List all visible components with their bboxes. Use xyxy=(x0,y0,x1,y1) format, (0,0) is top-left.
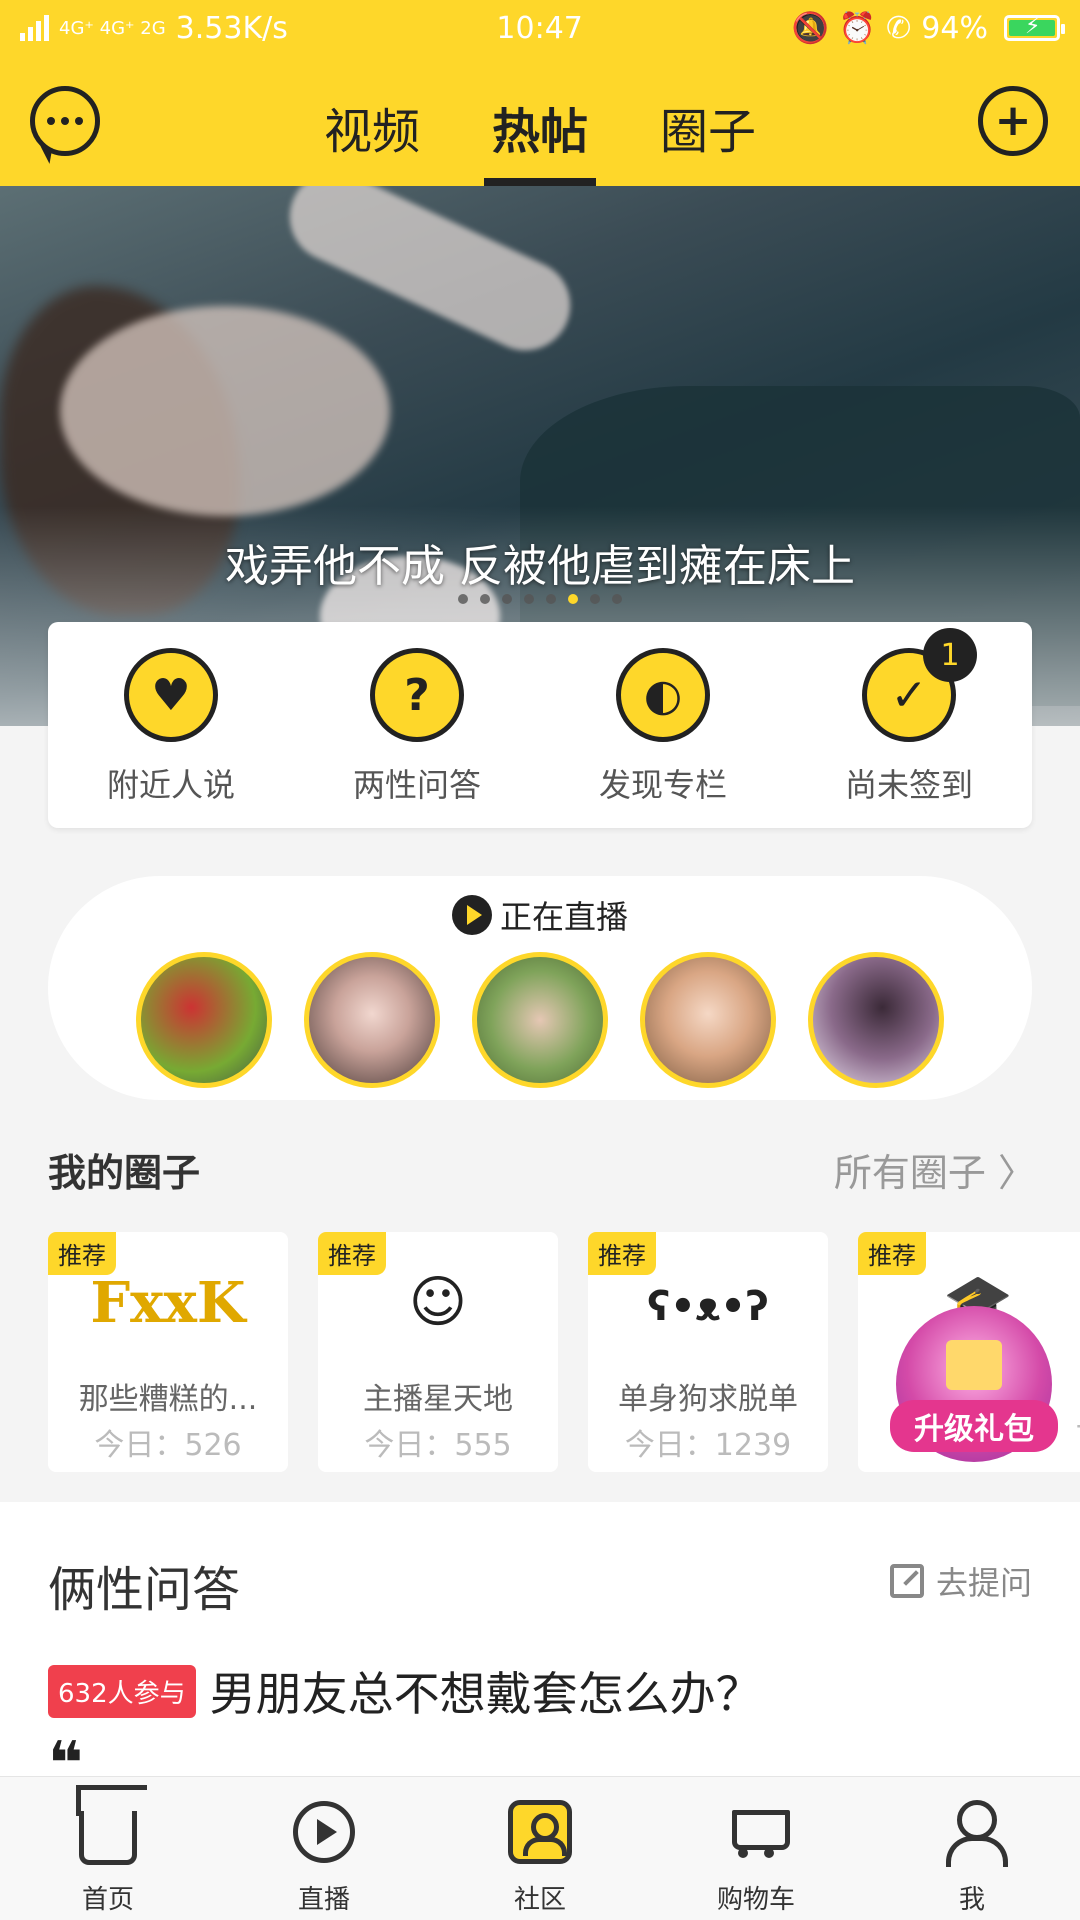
tab-circles[interactable]: 圈子 xyxy=(660,56,756,186)
circle-card[interactable]: 推荐 ☺ 主播星天地 今日：555 xyxy=(318,1232,558,1472)
notification-badge: 1 xyxy=(923,628,977,682)
circle-name: 单身狗求脱单 xyxy=(618,1382,798,1417)
home-icon xyxy=(79,1811,137,1865)
ask-label: 去提问 xyxy=(935,1564,1032,1602)
status-bar: 4G⁺ 4G⁺ 2G 3.53K/s 10:47 🔕 ⏰ ✆ 94% ⚡ xyxy=(0,0,1080,56)
nav-cart[interactable]: 购物车 xyxy=(648,1777,864,1920)
status-time: 10:47 xyxy=(496,10,583,46)
entry-nearby[interactable]: ♥ 附近人说 xyxy=(48,622,294,828)
qa-title: 俩性问答 xyxy=(48,1562,241,1618)
carousel-dot[interactable] xyxy=(590,594,600,604)
live-title[interactable]: 正在直播 xyxy=(48,892,1032,938)
live-avatar[interactable] xyxy=(136,952,272,1088)
nav-label: 购物车 xyxy=(716,1885,795,1915)
entry-discover[interactable]: ◐ 发现专栏 xyxy=(540,622,786,828)
nav-label: 社区 xyxy=(513,1885,566,1915)
header-tabs: 视频 热帖 圈子 xyxy=(0,56,1080,186)
ask-question-button[interactable]: 去提问 xyxy=(889,1558,1032,1604)
live-section: 正在直播 xyxy=(48,876,1032,1100)
tab-hot-posts[interactable]: 热帖 xyxy=(483,56,597,186)
bottom-nav: 首页 直播 社区 购物车 我 xyxy=(0,1776,1080,1920)
live-avatar[interactable] xyxy=(640,952,776,1088)
question-icon: ? xyxy=(370,648,464,742)
battery-percent: 94% xyxy=(921,10,988,46)
live-avatar[interactable] xyxy=(472,952,608,1088)
quick-entries: ♥ 附近人说 ? 两性问答 ◐ 发现专栏 ✓ 1 尚未签到 xyxy=(48,622,1032,828)
call-icon: ✆ xyxy=(886,10,912,46)
entry-label: 尚未签到 xyxy=(844,766,973,804)
circle-name: 主播星天地 xyxy=(363,1382,513,1417)
entry-label: 附近人说 xyxy=(106,766,235,804)
circle-count: 今日：1239 xyxy=(624,1428,792,1463)
live-title-text: 正在直播 xyxy=(499,898,628,936)
play-icon xyxy=(451,895,492,935)
network-speed: 3.53K/s xyxy=(175,10,288,46)
girl-avatar-icon: ☺ xyxy=(408,1270,468,1335)
community-icon xyxy=(508,1800,572,1864)
participants-badge: 632人参与 xyxy=(48,1664,196,1718)
carousel-dot[interactable] xyxy=(480,594,490,604)
fxxk-logo-icon: FxxK xyxy=(90,1270,246,1336)
upgrade-gift-button[interactable]: 升级礼包 xyxy=(890,1306,1058,1462)
carousel-dot[interactable] xyxy=(524,594,534,604)
live-avatar[interactable] xyxy=(304,952,440,1088)
carousel-dot[interactable] xyxy=(612,594,622,604)
signal-icon xyxy=(20,15,49,41)
add-button[interactable]: + xyxy=(978,86,1048,156)
nav-me[interactable]: 我 xyxy=(864,1777,1080,1920)
nav-home[interactable]: 首页 xyxy=(0,1777,216,1920)
bell-icon: 🔕 xyxy=(791,10,829,46)
entry-label: 两性问答 xyxy=(352,766,481,804)
my-circles-title: 我的圈子 xyxy=(48,1151,201,1195)
circle-card[interactable]: 推荐 ʕ•ᴥ•ʔ 单身狗求脱单 今日：1239 xyxy=(588,1232,828,1472)
circle-count: 今日：526 xyxy=(94,1428,242,1463)
carousel-dot[interactable] xyxy=(546,594,556,604)
carousel-dot[interactable] xyxy=(458,594,468,604)
network-type: 4G⁺ 4G⁺ 2G xyxy=(59,17,166,39)
tab-video[interactable]: 视频 xyxy=(324,56,420,186)
top-bar: 4G⁺ 4G⁺ 2G 3.53K/s 10:47 🔕 ⏰ ✆ 94% ⚡ 视频 … xyxy=(0,0,1080,186)
dog-icon: ʕ•ᴥ•ʔ xyxy=(647,1284,769,1330)
play-icon xyxy=(293,1801,355,1863)
battery-icon: ⚡ xyxy=(1003,14,1065,41)
recommend-tag: 推荐 xyxy=(318,1232,386,1275)
gift-box-icon xyxy=(946,1340,1002,1390)
circle-card[interactable]: 推荐 FxxK 那些糟糕的... 今日：526 xyxy=(48,1232,288,1472)
nav-community[interactable]: 社区 xyxy=(432,1777,648,1920)
entry-checkin[interactable]: ✓ 1 尚未签到 xyxy=(786,622,1032,828)
circle-count: 今日：555 xyxy=(364,1428,512,1463)
circle-name: 那些糟糕的... xyxy=(78,1382,258,1417)
gift-label: 升级礼包 xyxy=(890,1400,1058,1452)
all-circles-link[interactable]: 所有圈子 〉 xyxy=(834,1142,1036,1197)
alarm-icon: ⏰ xyxy=(838,10,877,46)
person-icon xyxy=(942,1800,1008,1867)
header: 视频 热帖 圈子 + xyxy=(0,56,1080,186)
qa-question-row[interactable]: 632人参与 男朋友总不想戴套怎么办？ xyxy=(48,1658,762,1724)
qa-section: 俩性问答 去提问 632人参与 男朋友总不想戴套怎么办？ ❝ xyxy=(0,1502,1080,1794)
plus-icon: + xyxy=(994,95,1032,146)
carousel-indicator xyxy=(0,594,1080,604)
heart-icon: ♥ xyxy=(124,648,218,742)
nav-label: 我 xyxy=(958,1885,985,1915)
nav-live[interactable]: 直播 xyxy=(216,1777,432,1920)
nav-label: 首页 xyxy=(81,1885,134,1915)
nav-label: 直播 xyxy=(297,1885,350,1915)
entry-label: 发现专栏 xyxy=(598,766,727,804)
edit-icon xyxy=(889,1564,924,1598)
recommend-tag: 推荐 xyxy=(858,1232,926,1275)
cart-icon xyxy=(724,1802,790,1862)
entry-qa[interactable]: ? 两性问答 xyxy=(294,622,540,828)
planet-icon: ◐ xyxy=(616,648,710,742)
question-text: 男朋友总不想戴套怎么办？ xyxy=(209,1667,762,1721)
live-avatar[interactable] xyxy=(808,952,944,1088)
live-avatars xyxy=(48,952,1032,1088)
banner-caption: 戏弄他不成 反被他虐到瘫在床上 xyxy=(225,541,855,592)
recommend-tag: 推荐 xyxy=(588,1232,656,1275)
carousel-dot[interactable] xyxy=(502,594,512,604)
recommend-tag: 推荐 xyxy=(48,1232,116,1275)
carousel-dot-active[interactable] xyxy=(568,594,578,604)
banner-image-face xyxy=(60,306,390,516)
